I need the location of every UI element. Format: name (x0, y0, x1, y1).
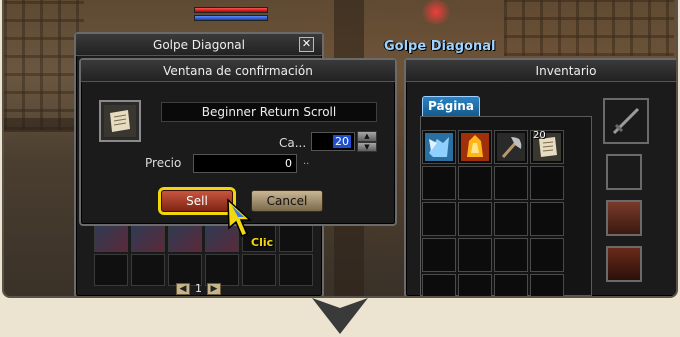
skill-pager: ◀ 1 ▶ (176, 282, 221, 295)
skill-slot[interactable] (242, 254, 276, 286)
skill-window-title: Golpe Diagonal (76, 34, 322, 56)
inventory-slot-axe[interactable] (494, 130, 528, 164)
inventory-slot[interactable] (458, 202, 492, 236)
inventory-slot[interactable] (422, 202, 456, 236)
inventory-slot[interactable] (422, 166, 456, 200)
inventory-slot[interactable] (530, 274, 564, 296)
page-next-icon[interactable]: ▶ (207, 282, 221, 295)
price-suffix: .. (303, 156, 310, 167)
price-label: Precio (145, 156, 182, 170)
inventory-slot[interactable] (530, 202, 564, 236)
equipment-column (603, 98, 649, 282)
down-arrow-icon (312, 298, 368, 334)
quantity-spinner[interactable]: ▲ ▼ (357, 131, 377, 152)
inventory-slot[interactable] (422, 238, 456, 272)
equip-armor-slot[interactable] (606, 200, 642, 236)
skill-slot[interactable] (131, 254, 165, 286)
inventory-slot-armor-blue[interactable] (422, 130, 456, 164)
page-prev-icon[interactable]: ◀ (176, 282, 190, 295)
sell-button[interactable]: Sell (161, 190, 233, 212)
inventory-slot[interactable] (422, 274, 456, 296)
inventory-slot[interactable] (458, 238, 492, 272)
dialog-title: Ventana de confirmación (81, 60, 395, 82)
hp-mp-bars (194, 7, 268, 23)
quantity-value: 20 (333, 135, 351, 148)
inventory-slot[interactable] (458, 166, 492, 200)
background-beam (4, 118, 74, 132)
spin-up-icon[interactable]: ▲ (357, 131, 377, 142)
cancel-button[interactable]: Cancel (251, 190, 323, 212)
inventory-slot[interactable] (494, 238, 528, 272)
inventory-slot[interactable] (530, 166, 564, 200)
mp-bar (194, 15, 268, 21)
inventory-slot[interactable] (530, 238, 564, 272)
background-lattice (4, 0, 84, 130)
equip-legs-slot[interactable] (606, 246, 642, 282)
inventory-slot[interactable] (458, 274, 492, 296)
skill-slot[interactable] (94, 254, 128, 286)
quantity-input[interactable]: 20 (311, 132, 355, 151)
sword-icon (612, 107, 640, 135)
inventory-slot-return-scroll[interactable]: 20 (530, 130, 564, 164)
inventory-window: Inventario Página 1 20 (404, 58, 676, 296)
inventory-slot-armor-fire[interactable] (458, 130, 492, 164)
red-lantern-glow (419, 0, 453, 24)
tab-page-1[interactable]: Página 1 (422, 96, 480, 131)
stack-count: 20 (533, 130, 546, 141)
spin-down-icon[interactable]: ▼ (357, 141, 377, 152)
scroll-icon (104, 105, 136, 137)
pointer-cursor-icon (227, 198, 252, 237)
quantity-label: Ca... (279, 136, 307, 150)
inventory-slot[interactable] (494, 202, 528, 236)
price-field: 0 (193, 154, 297, 173)
equip-shield-slot[interactable] (606, 154, 642, 190)
item-name-field: Beginner Return Scroll (161, 102, 377, 122)
floating-skill-name: Golpe Diagonal (384, 39, 496, 54)
game-viewport: Golpe Diagonal Golpe Diagonal ✕ ◀ 1 ▶ In… (2, 0, 678, 298)
equip-weapon-slot[interactable] (603, 98, 649, 144)
page-number: 1 (195, 282, 202, 295)
hp-bar (194, 7, 268, 13)
inventory-slot[interactable] (494, 274, 528, 296)
inventory-slot[interactable] (494, 166, 528, 200)
armor-blue-icon (425, 133, 453, 161)
close-icon[interactable]: ✕ (299, 37, 314, 52)
skill-slot[interactable] (279, 254, 313, 286)
armor-fire-icon (461, 133, 489, 161)
click-hint-label: Clic (251, 236, 274, 249)
inventory-grid: 20 (422, 130, 564, 296)
inventory-title: Inventario (406, 60, 676, 82)
item-icon-frame (99, 100, 141, 142)
background-lattice (504, 0, 674, 56)
skill-slot-grid (94, 220, 314, 286)
axe-icon (497, 133, 525, 161)
